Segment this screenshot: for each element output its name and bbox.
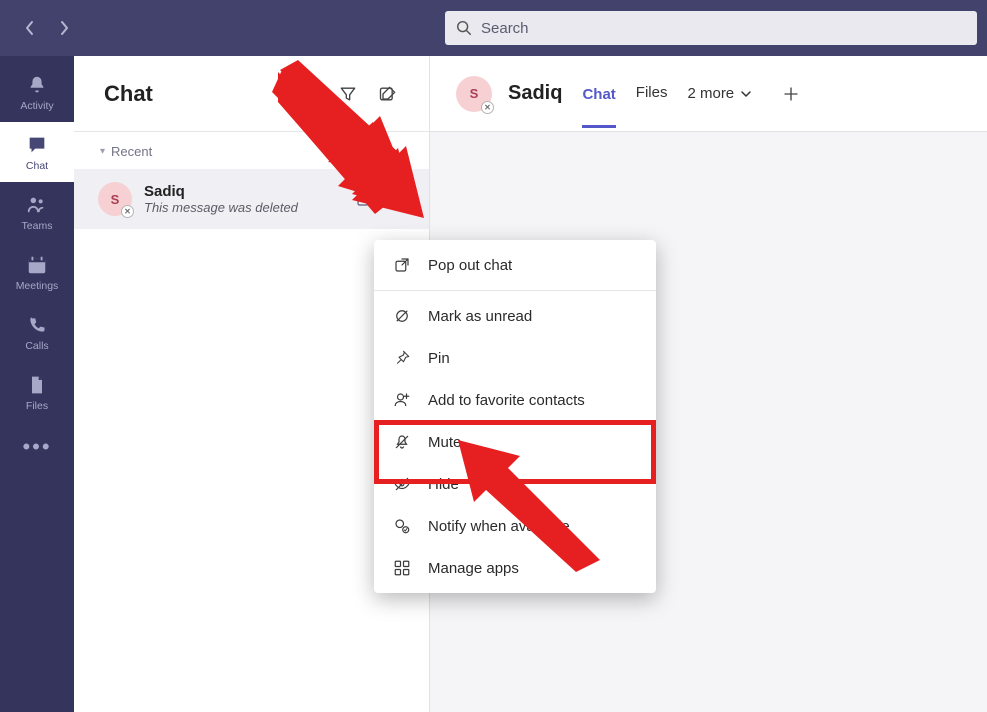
bell-icon bbox=[25, 73, 49, 97]
menu-label: Pin bbox=[428, 350, 450, 367]
rail-item-chat[interactable]: Chat bbox=[0, 122, 74, 182]
titlebar: Search bbox=[0, 0, 987, 56]
rail-item-calls[interactable]: Calls bbox=[0, 302, 74, 362]
menu-label: Manage apps bbox=[428, 560, 519, 577]
avatar: S ✕ bbox=[98, 182, 132, 216]
search-placeholder: Search bbox=[481, 20, 529, 37]
rail-label: Files bbox=[26, 400, 48, 412]
chat-icon bbox=[25, 133, 49, 157]
hide-icon bbox=[392, 474, 412, 494]
conversation-title: Sadiq bbox=[508, 82, 562, 105]
nav-back-button[interactable] bbox=[16, 14, 44, 42]
menu-manage-apps[interactable]: Manage apps bbox=[374, 547, 656, 589]
search-input[interactable]: Search bbox=[445, 11, 977, 45]
apps-icon bbox=[392, 558, 412, 578]
rail-item-teams[interactable]: Teams bbox=[0, 182, 74, 242]
notify-icon bbox=[392, 516, 412, 536]
rail-item-meetings[interactable]: Meetings bbox=[0, 242, 74, 302]
pin-icon bbox=[392, 348, 412, 368]
menu-add-favorite[interactable]: Add to favorite contacts bbox=[374, 379, 656, 421]
menu-label: Hide bbox=[428, 476, 459, 493]
add-tab-button[interactable] bbox=[782, 85, 800, 103]
add-contact-icon bbox=[392, 390, 412, 410]
menu-label: Mute bbox=[428, 434, 461, 451]
file-icon bbox=[25, 373, 49, 397]
phone-icon bbox=[25, 313, 49, 337]
rail-label: Chat bbox=[26, 160, 48, 172]
app-rail: Activity Chat Teams Meetings Calls bbox=[0, 56, 74, 712]
avatar: S ✕ bbox=[456, 76, 492, 112]
chevron-down-icon bbox=[740, 88, 752, 100]
menu-notify-available[interactable]: Notify when available bbox=[374, 505, 656, 547]
menu-label: Add to favorite contacts bbox=[428, 392, 585, 409]
rail-more-button[interactable]: ••• bbox=[0, 422, 74, 472]
rail-label: Teams bbox=[22, 220, 53, 232]
search-icon bbox=[455, 19, 473, 37]
menu-label: Mark as unread bbox=[428, 308, 532, 325]
rail-item-activity[interactable]: Activity bbox=[0, 62, 74, 122]
menu-pin[interactable]: Pin bbox=[374, 337, 656, 379]
menu-mute[interactable]: Mute bbox=[374, 421, 656, 463]
tab-chat[interactable]: Chat bbox=[582, 86, 615, 128]
page-title: Chat bbox=[104, 81, 153, 107]
nav-forward-button[interactable] bbox=[50, 14, 78, 42]
chat-context-menu: Pop out chat Mark as unread Pin Add to f… bbox=[374, 240, 656, 593]
rail-item-files[interactable]: Files bbox=[0, 362, 74, 422]
caret-down-icon[interactable]: ▾ bbox=[100, 146, 105, 157]
tab-more[interactable]: 2 more bbox=[687, 85, 752, 102]
menu-mark-unread[interactable]: Mark as unread bbox=[374, 295, 656, 337]
mute-icon bbox=[392, 432, 412, 452]
teams-icon bbox=[25, 193, 49, 217]
plus-icon bbox=[782, 85, 800, 103]
chevron-right-icon bbox=[58, 20, 70, 36]
tab-more-label: 2 more bbox=[687, 85, 734, 102]
section-recent-label: Recent bbox=[111, 144, 152, 159]
avatar-initial: S bbox=[111, 192, 120, 207]
menu-label: Notify when available bbox=[428, 518, 570, 535]
calendar-icon bbox=[25, 253, 49, 277]
rail-label: Activity bbox=[20, 100, 53, 112]
presence-offline-icon: ✕ bbox=[481, 101, 494, 114]
conversation-header: S ✕ Sadiq Chat Files 2 more bbox=[430, 56, 987, 132]
ellipsis-icon: ••• bbox=[22, 434, 51, 460]
menu-hide[interactable]: Hide bbox=[374, 463, 656, 505]
rail-label: Meetings bbox=[16, 280, 59, 292]
rail-label: Calls bbox=[25, 340, 48, 352]
avatar-initial: S bbox=[470, 86, 479, 101]
unread-icon bbox=[392, 306, 412, 326]
presence-offline-icon: ✕ bbox=[121, 205, 134, 218]
chevron-left-icon bbox=[24, 20, 36, 36]
tab-files[interactable]: Files bbox=[636, 84, 668, 103]
menu-separator bbox=[374, 290, 656, 291]
